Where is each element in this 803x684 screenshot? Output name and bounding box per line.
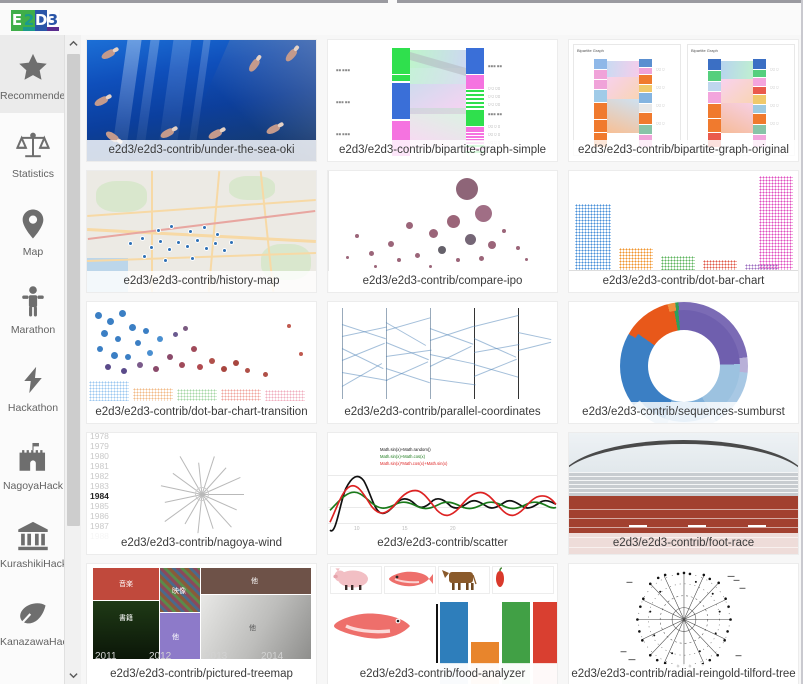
app-header: E 2 D 3 xyxy=(0,4,801,35)
card-label: e2d3/e2d3-contrib/bipartite-graph-simple xyxy=(328,140,557,161)
star-icon xyxy=(13,46,53,90)
app-window: E 2 D 3 Recommended Statistics Map Marat… xyxy=(0,0,803,684)
large-fish-icon xyxy=(334,613,410,639)
sidebar-item-nagoyahack[interactable]: NagoyaHack xyxy=(0,425,65,503)
sidebar-label-map: Map xyxy=(22,245,44,258)
logo-letter-3: 3 xyxy=(47,10,59,31)
window-edge-left xyxy=(0,0,388,3)
cow-icon xyxy=(442,570,477,590)
gallery-card[interactable]: Bipartite Graph ◻︎◻︎ ◻︎ ◻︎◻︎ ◻︎ ◻︎◻︎ ◻︎ … xyxy=(568,39,799,162)
card-label: e2d3/e2d3-contrib/compare-ipo xyxy=(328,271,557,292)
sidebar-item-globe[interactable] xyxy=(0,659,65,684)
gallery-card[interactable]: ◼︎◼︎ ◼︎◼︎◼︎ ◼︎◼︎◼︎ ◼︎◼︎ ◼︎◼︎ ◼︎◼︎◼︎ ◼︎◼︎… xyxy=(327,39,558,162)
gallery-card[interactable]: e2d3/e2d3-contrib/dot-bar-chart-transiti… xyxy=(86,301,317,424)
logo-letter-e: E xyxy=(11,10,23,31)
logo-letter-2: 2 xyxy=(23,10,35,31)
sidebar-item-kanazawahack[interactable]: KanazawaHack xyxy=(0,581,66,659)
sidebar-label-recommended: Recommended xyxy=(0,89,66,102)
window-edge-right xyxy=(397,0,801,3)
sidebar-item-kurashikihack[interactable]: KurashikiHack xyxy=(0,503,66,581)
gallery-card[interactable]: e2d3/e2d3-contrib/sequences-sumburst xyxy=(568,301,799,424)
runner-icon xyxy=(13,280,53,324)
scrollbar-thumb[interactable] xyxy=(67,54,80,526)
sidebar-item-statistics[interactable]: Statistics xyxy=(0,113,65,191)
sidebar-label-kurashikihack: NagoyaHack xyxy=(2,479,64,492)
scales-icon xyxy=(13,124,53,168)
sidebar-label-statistics: Statistics xyxy=(11,167,54,180)
gallery-grid: e2d3/e2d3-contrib/under-the-sea-oki ◼︎◼︎… xyxy=(86,39,801,684)
card-label: e2d3/e2d3-contrib/dot-bar-chart-transiti… xyxy=(87,402,316,423)
card-label: e2d3/e2d3-contrib/parallel-coordinates xyxy=(328,402,557,423)
gallery-card[interactable]: 1978 1979 1980 1981 1982 1983 1984 1985 … xyxy=(86,432,317,555)
sidebar-scrollbar[interactable] xyxy=(64,35,81,684)
castle-icon xyxy=(13,436,53,480)
card-label: e2d3/e2d3-contrib/under-the-sea-oki xyxy=(87,140,316,161)
card-label: e2d3/e2d3-contrib/sequences-sumburst xyxy=(569,402,798,423)
gallery-card[interactable]: e2d3/e2d3-contrib/under-the-sea-oki xyxy=(86,39,317,162)
map-pin-icon xyxy=(13,202,53,246)
gallery-card[interactable]: 音楽 書籍 映像 他 他 他 2011 2012 2013 2014 e2d3/… xyxy=(86,563,317,684)
card-label: e2d3/e2d3-contrib/scatter xyxy=(328,533,557,554)
chevron-up-icon[interactable] xyxy=(65,35,82,52)
gallery-card[interactable]: e2d3/e2d3-contrib/history-map xyxy=(86,170,317,293)
card-label: e2d3/e2d3-contrib/bipartite-graph-origin… xyxy=(569,140,798,161)
gallery-content: e2d3/e2d3-contrib/under-the-sea-oki ◼︎◼︎… xyxy=(81,35,801,684)
sidebar-item-recommended[interactable]: Recommended xyxy=(0,35,66,113)
card-label: e2d3/e2d3-contrib/food-analyzer xyxy=(328,664,557,684)
card-label: e2d3/e2d3-contrib/foot-race xyxy=(569,533,798,554)
gallery-card[interactable]: e2d3/e2d3-contrib/radial-reingold-tilfor… xyxy=(568,563,799,684)
sidebar-label-kanazawahack: KurashikiHack xyxy=(0,557,66,570)
card-label: e2d3/e2d3-contrib/radial-reingold-tilfor… xyxy=(569,664,798,684)
chevron-down-icon[interactable] xyxy=(65,667,82,684)
logo-letter-d: D xyxy=(35,10,48,31)
sidebar[interactable]: Recommended Statistics Map Marathon Hack… xyxy=(0,35,66,684)
e2d3-logo[interactable]: E 2 D 3 xyxy=(11,10,59,31)
gallery-card[interactable]: e2d3/e2d3-contrib/food-analyzer xyxy=(327,563,558,684)
gallery-card[interactable]: e2d3/e2d3-contrib/dot-bar-chart xyxy=(568,170,799,293)
card-label: e2d3/e2d3-contrib/history-map xyxy=(87,271,316,292)
sidebar-label-last: KanazawaHack xyxy=(0,635,66,648)
lightning-bolt-icon xyxy=(13,358,53,402)
leaf-icon xyxy=(13,592,53,636)
sidebar-label-nagoyahack: Hackathon xyxy=(7,401,59,414)
pig-icon xyxy=(333,568,368,590)
sidebar-item-marathon[interactable]: Marathon xyxy=(0,269,65,347)
gallery-card[interactable]: e2d3/e2d3-contrib/parallel-coordinates xyxy=(327,301,558,424)
gallery-card[interactable]: e2d3/e2d3-contrib/foot-race xyxy=(568,432,799,555)
gallery-card[interactable]: Math.sin(x)+Math.random() Math.sin(x)+Ma… xyxy=(327,432,558,555)
fish-icon xyxy=(389,571,433,587)
gallery-card[interactable]: e2d3/e2d3-contrib/compare-ipo xyxy=(327,170,558,293)
card-label: e2d3/e2d3-contrib/dot-bar-chart xyxy=(569,271,798,292)
sidebar-item-hackathon[interactable]: Hackathon xyxy=(0,347,65,425)
sidebar-item-map[interactable]: Map xyxy=(0,191,65,269)
card-label: e2d3/e2d3-contrib/pictured-treemap xyxy=(87,664,316,684)
museum-icon xyxy=(13,514,53,558)
sidebar-label-marathon: Marathon xyxy=(10,323,56,336)
globe-icon xyxy=(13,676,53,684)
card-label: e2d3/e2d3-contrib/nagoya-wind xyxy=(87,533,316,554)
pepper-icon xyxy=(496,567,504,587)
